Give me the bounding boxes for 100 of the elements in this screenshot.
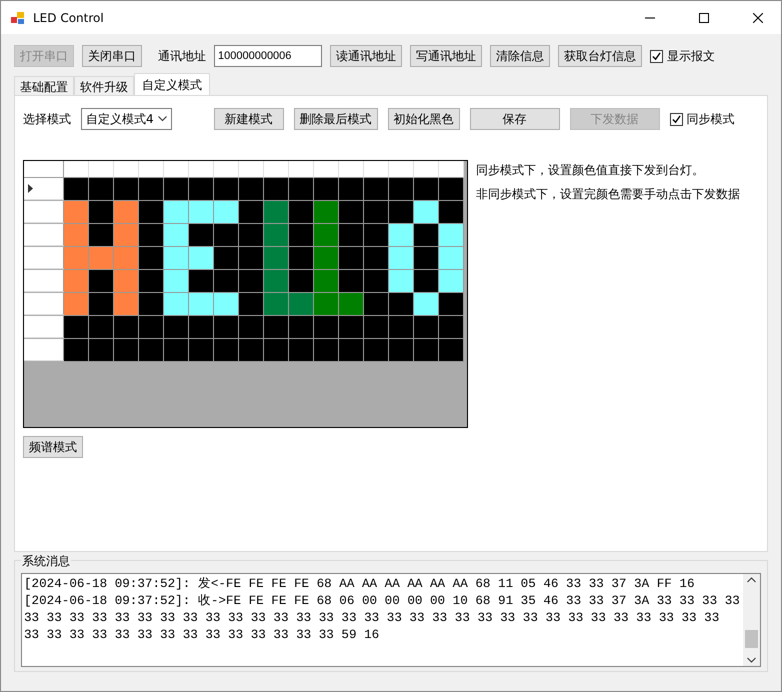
led-cell[interactable]: [214, 316, 239, 339]
led-cell[interactable]: [389, 178, 414, 201]
led-cell[interactable]: [139, 247, 164, 270]
action-button[interactable]: 获取台灯信息: [558, 45, 642, 67]
led-cell[interactable]: [64, 270, 89, 293]
led-cell[interactable]: [189, 201, 214, 224]
led-cell[interactable]: [289, 224, 314, 247]
mode-button[interactable]: 初始化黑色: [388, 108, 460, 130]
led-cell[interactable]: [264, 339, 289, 362]
led-cell[interactable]: [164, 293, 189, 316]
action-button[interactable]: 清除信息: [490, 45, 550, 67]
led-cell[interactable]: [264, 270, 289, 293]
led-cell[interactable]: [239, 339, 264, 362]
led-cell[interactable]: [64, 178, 89, 201]
led-cell[interactable]: [364, 270, 389, 293]
led-cell[interactable]: [189, 178, 214, 201]
led-cell[interactable]: [89, 316, 114, 339]
led-cell[interactable]: [314, 339, 339, 362]
led-cell[interactable]: [289, 270, 314, 293]
led-cell[interactable]: [314, 224, 339, 247]
led-cell[interactable]: [264, 201, 289, 224]
led-cell[interactable]: [239, 178, 264, 201]
led-cell[interactable]: [64, 224, 89, 247]
mode-button[interactable]: 保存: [470, 108, 560, 130]
led-cell[interactable]: [214, 247, 239, 270]
led-cell[interactable]: [164, 224, 189, 247]
led-cell[interactable]: [64, 293, 89, 316]
led-cell[interactable]: [439, 316, 464, 339]
led-cell[interactable]: [414, 247, 439, 270]
led-cell[interactable]: [214, 201, 239, 224]
led-cell[interactable]: [139, 201, 164, 224]
led-cell[interactable]: [89, 178, 114, 201]
led-cell[interactable]: [339, 293, 364, 316]
led-cell[interactable]: [164, 178, 189, 201]
led-cell[interactable]: [189, 339, 214, 362]
led-cell[interactable]: [389, 247, 414, 270]
spectrum-button[interactable]: 频谱模式: [23, 436, 83, 458]
led-cell[interactable]: [414, 339, 439, 362]
led-cell[interactable]: [439, 178, 464, 201]
led-cell[interactable]: [339, 316, 364, 339]
led-cell[interactable]: [314, 201, 339, 224]
led-cell[interactable]: [414, 316, 439, 339]
mode-button[interactable]: 新建模式: [214, 108, 284, 130]
led-cell[interactable]: [314, 316, 339, 339]
led-cell[interactable]: [214, 293, 239, 316]
led-cell[interactable]: [139, 293, 164, 316]
led-cell[interactable]: [164, 270, 189, 293]
led-cell[interactable]: [289, 178, 314, 201]
led-cell[interactable]: [364, 247, 389, 270]
action-button[interactable]: 写通讯地址: [410, 45, 482, 67]
led-cell[interactable]: [114, 178, 139, 201]
led-cell[interactable]: [389, 224, 414, 247]
led-cell[interactable]: [114, 316, 139, 339]
led-cell[interactable]: [439, 293, 464, 316]
led-cell[interactable]: [289, 293, 314, 316]
led-cell[interactable]: [139, 178, 164, 201]
led-cell[interactable]: [439, 270, 464, 293]
led-cell[interactable]: [339, 224, 364, 247]
led-cell[interactable]: [189, 224, 214, 247]
led-cell[interactable]: [89, 293, 114, 316]
led-cell[interactable]: [64, 339, 89, 362]
led-cell[interactable]: [189, 316, 214, 339]
led-cell[interactable]: [289, 247, 314, 270]
led-cell[interactable]: [164, 339, 189, 362]
led-cell[interactable]: [389, 201, 414, 224]
led-cell[interactable]: [114, 201, 139, 224]
tab[interactable]: 软件升级: [74, 76, 134, 95]
led-cell[interactable]: [89, 270, 114, 293]
led-cell[interactable]: [89, 339, 114, 362]
led-cell[interactable]: [364, 339, 389, 362]
led-cell[interactable]: [214, 339, 239, 362]
led-cell[interactable]: [189, 293, 214, 316]
led-cell[interactable]: [414, 178, 439, 201]
led-cell[interactable]: [64, 316, 89, 339]
led-cell[interactable]: [239, 247, 264, 270]
scrollbar[interactable]: [743, 574, 760, 666]
led-cell[interactable]: [239, 201, 264, 224]
led-cell[interactable]: [289, 316, 314, 339]
led-cell[interactable]: [439, 247, 464, 270]
led-cell[interactable]: [214, 224, 239, 247]
led-cell[interactable]: [439, 224, 464, 247]
led-cell[interactable]: [114, 270, 139, 293]
led-cell[interactable]: [239, 270, 264, 293]
led-cell[interactable]: [339, 201, 364, 224]
tab[interactable]: 自定义模式: [134, 73, 210, 95]
led-cell[interactable]: [264, 316, 289, 339]
led-cell[interactable]: [214, 178, 239, 201]
led-cell[interactable]: [214, 270, 239, 293]
led-cell[interactable]: [164, 201, 189, 224]
led-cell[interactable]: [339, 339, 364, 362]
led-cell[interactable]: [364, 293, 389, 316]
led-cell[interactable]: [189, 270, 214, 293]
led-cell[interactable]: [289, 339, 314, 362]
led-cell[interactable]: [139, 224, 164, 247]
led-cell[interactable]: [414, 201, 439, 224]
led-cell[interactable]: [314, 270, 339, 293]
led-cell[interactable]: [289, 201, 314, 224]
led-cell[interactable]: [89, 224, 114, 247]
led-cell[interactable]: [114, 224, 139, 247]
led-cell[interactable]: [139, 316, 164, 339]
